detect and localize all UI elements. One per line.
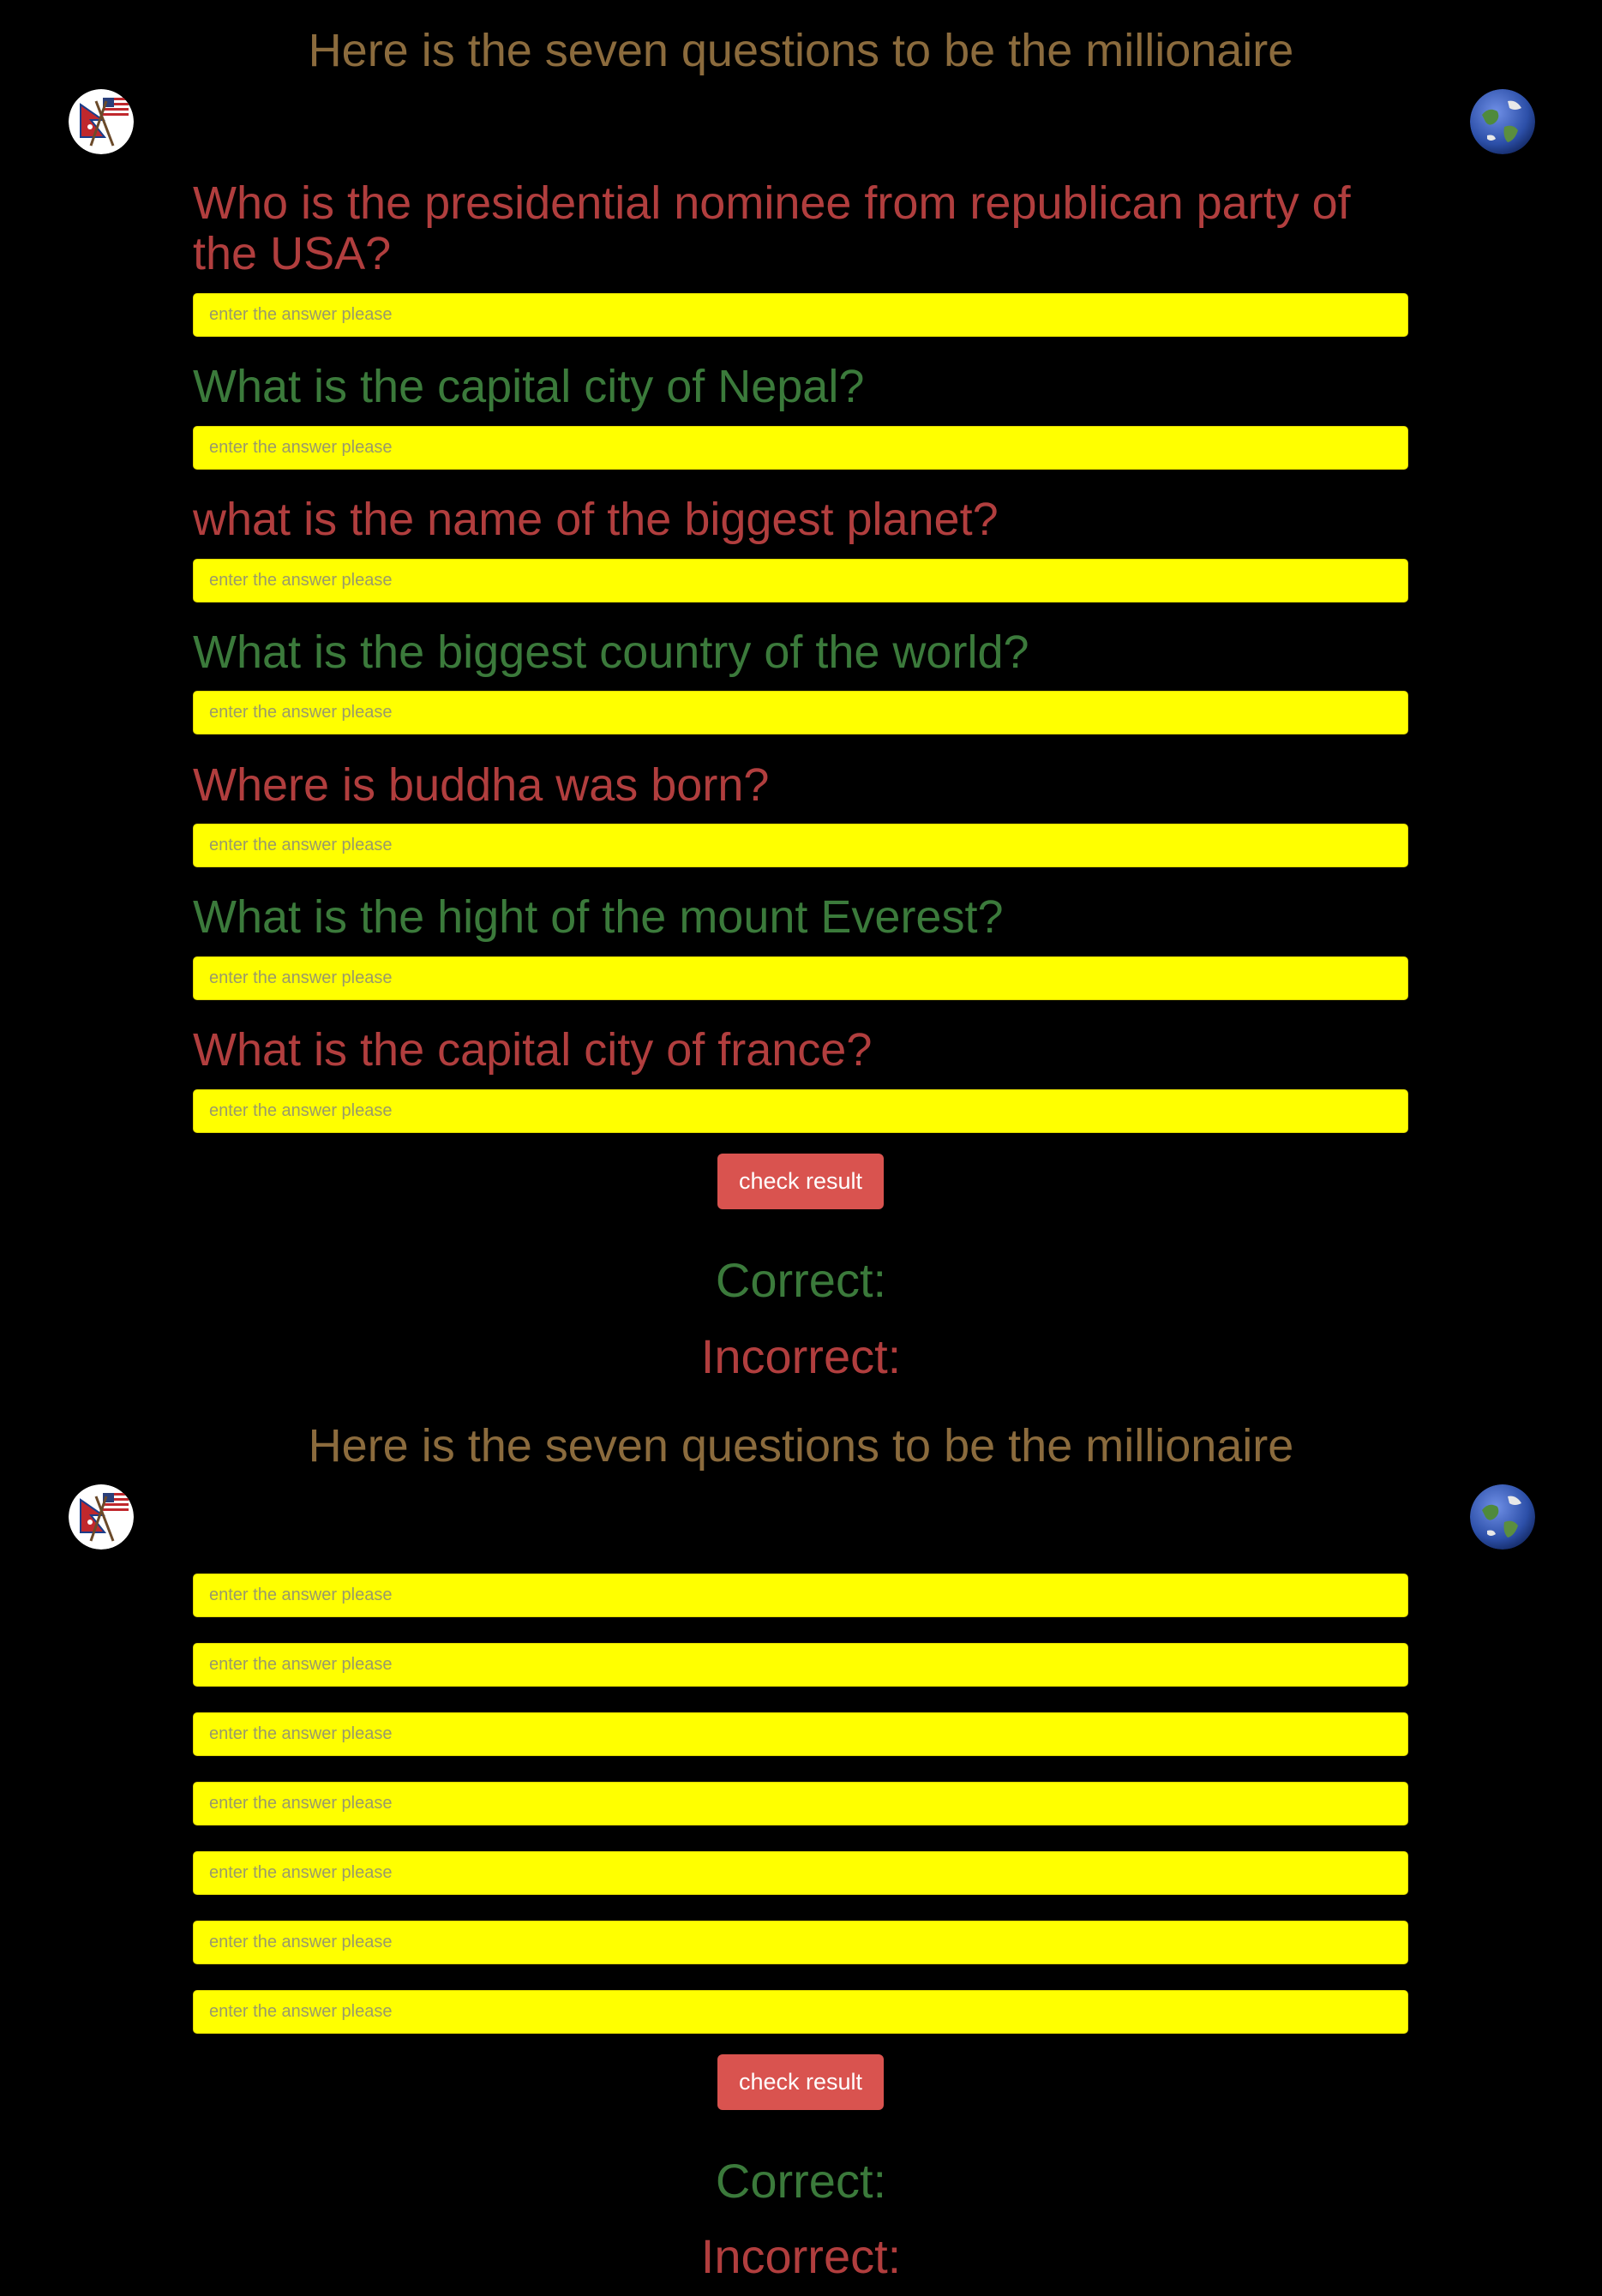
question-7: What is the capital city of france? <box>193 1024 873 1076</box>
question-4: What is the biggest country of the world… <box>193 626 1029 678</box>
page-heading: Here is the seven questions to be the mi… <box>308 25 1294 76</box>
answer-input-2[interactable] <box>193 1643 1408 1687</box>
answer-input-6[interactable] <box>193 956 1408 1000</box>
question-2: What is the capital city of Nepal? <box>193 361 865 412</box>
answer-input-2[interactable] <box>193 426 1408 470</box>
answer-input-5[interactable] <box>193 824 1408 867</box>
nepal-usa-flags-icon <box>69 1484 134 1550</box>
answer-input-7[interactable] <box>193 1089 1408 1133</box>
quiz-page: Here is the seven questions to be the mi… <box>0 0 1602 2296</box>
incorrect-count-label: Incorrect: <box>700 1329 902 1383</box>
question-6: What is the hight of the mount Everest? <box>193 891 1004 943</box>
answer-input-4[interactable] <box>193 691 1408 734</box>
answer-input-5[interactable] <box>193 1851 1408 1895</box>
earth-globe-icon <box>1470 1484 1535 1550</box>
question-3: what is the name of the biggest planet? <box>193 494 999 545</box>
answer-input-7[interactable] <box>193 1990 1408 2034</box>
answer-input-6[interactable] <box>193 1921 1408 1964</box>
question-1: Who is the presidential nominee from rep… <box>193 177 1351 279</box>
check-result-button[interactable]: check result <box>717 2054 884 2110</box>
page-heading: Here is the seven questions to be the mi… <box>308 1420 1294 1472</box>
earth-globe-icon <box>1470 89 1535 154</box>
incorrect-count-label: Incorrect: <box>700 2229 902 2283</box>
answer-input-3[interactable] <box>193 559 1408 602</box>
answer-input-4[interactable] <box>193 1782 1408 1825</box>
check-result-button[interactable]: check result <box>717 1154 884 1209</box>
answer-input-3[interactable] <box>193 1712 1408 1756</box>
correct-count-label: Correct: <box>715 1253 887 1307</box>
correct-count-label: Correct: <box>715 2154 887 2208</box>
answer-input-1[interactable] <box>193 1574 1408 1617</box>
nepal-usa-flags-icon <box>69 89 134 154</box>
question-5: Where is buddha was born? <box>193 759 770 811</box>
answer-input-1[interactable] <box>193 293 1408 337</box>
